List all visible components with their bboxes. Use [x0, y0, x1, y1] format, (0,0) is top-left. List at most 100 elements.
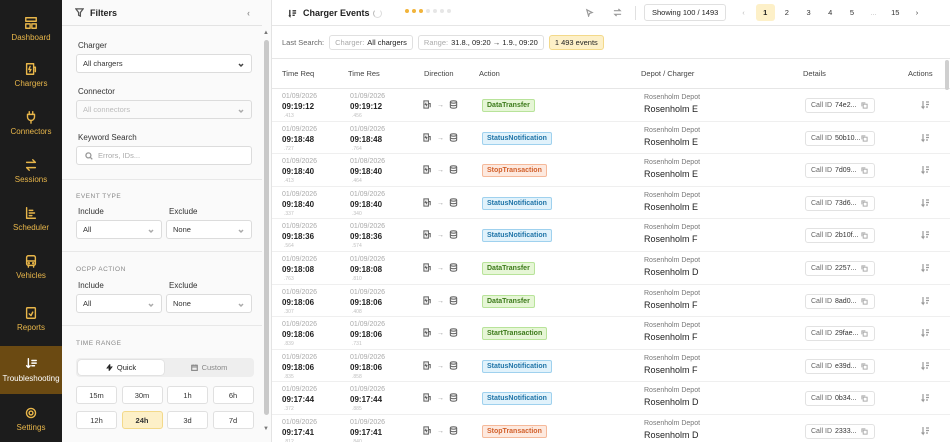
table-row[interactable]: 01/09/2026 09:18:40.337 01/09/2026 09:18:40… [272, 187, 950, 220]
nav-dashboard[interactable]: Dashboard [0, 6, 62, 52]
custom-mode-button[interactable]: Custom [166, 360, 252, 375]
charger-name: Rosenholm E [644, 169, 699, 180]
col-actions[interactable]: Actions [908, 69, 933, 78]
col-details[interactable]: Details [803, 69, 826, 78]
charger-select[interactable]: All chargers [76, 54, 252, 73]
table-row[interactable]: 01/09/2026 09:18:36.564 01/09/2026 09:18:36… [272, 219, 950, 252]
call-id-chip[interactable]: Call ID 74e2... [805, 98, 875, 113]
table-row[interactable]: 01/09/2026 09:18:06.835 01/09/2026 09:18:06… [272, 350, 950, 383]
row-actions-button[interactable] [920, 361, 930, 373]
table-row[interactable]: 01/09/2026 09:18:06.307 01/09/2026 09:18:06… [272, 285, 950, 318]
table-row[interactable]: 01/09/2026 09:18:08 .763 01/09/2026 09:18:08… [272, 252, 950, 285]
quick-range-1h[interactable]: 1h [167, 386, 208, 404]
nav-settings[interactable]: Settings [0, 396, 62, 442]
direction-indicator: → [423, 100, 458, 111]
row-actions-button[interactable] [920, 393, 930, 405]
row-actions-button[interactable] [920, 100, 930, 112]
req-time: 09:18:40 [282, 199, 315, 209]
prev-page-button[interactable]: ‹ [734, 4, 753, 21]
row-actions-button[interactable] [920, 328, 930, 340]
row-actions-button[interactable] [920, 230, 930, 242]
server-icon [449, 426, 458, 437]
call-id-chip[interactable]: Call ID 2257... [805, 261, 875, 276]
swap-button[interactable] [608, 4, 627, 21]
call-id-key: Call ID [811, 330, 833, 338]
nav-connectors[interactable]: Connectors [0, 100, 62, 146]
row-actions-button[interactable] [920, 198, 930, 210]
table-row[interactable]: 01/09/2026 09:18:06.839 01/09/2026 09:18:06… [272, 317, 950, 350]
table-row[interactable]: 01/09/2026 09:17:44.372 01/09/2026 09:17:44… [272, 382, 950, 415]
col-time-res[interactable]: Time Res [348, 69, 380, 78]
page-1-button[interactable]: 1 [755, 4, 775, 21]
table-scrollbar-thumb[interactable] [945, 60, 949, 90]
details-icon [920, 361, 930, 373]
call-id-chip[interactable]: Call ID 8ad0... [805, 293, 875, 309]
col-time-req[interactable]: Time Req [282, 69, 314, 78]
nav-scheduler[interactable]: Scheduler [0, 196, 62, 242]
row-actions-button[interactable] [920, 165, 930, 177]
page-2-button[interactable]: 2 [777, 4, 796, 21]
call-id-chip[interactable]: Call ID 29fae... [805, 326, 875, 342]
call-id-chip[interactable]: Call ID 7d09... [805, 163, 875, 179]
page-4-button[interactable]: 4 [821, 4, 840, 21]
call-id-chip[interactable]: Call ID 0b34... [805, 391, 875, 407]
filters-panel: Filters ‹ ▲ ▼ Charger All chargers Conne… [62, 0, 272, 442]
call-id-chip[interactable]: Call ID 73d6... [805, 195, 875, 211]
nav-reports[interactable]: Reports [0, 296, 62, 342]
scrollbar-thumb[interactable] [264, 40, 269, 415]
collapse-panel-button[interactable]: ‹ [247, 8, 250, 18]
toggle-view-button[interactable] [580, 4, 599, 21]
call-id-chip[interactable]: Call ID e39d... [805, 358, 875, 374]
row-actions-button[interactable] [920, 296, 930, 308]
quick-range-3d[interactable]: 3d [167, 411, 208, 429]
event-type-include-select[interactable]: All [76, 220, 162, 239]
quick-range-6h[interactable]: 6h [212, 386, 254, 404]
charger-name: Rosenholm F [644, 364, 698, 375]
nav-vehicles[interactable]: Vehicles [0, 244, 62, 290]
page-15-button[interactable]: 15 [886, 4, 905, 21]
quick-range-7d[interactable]: 7d [212, 411, 254, 429]
event-type-exclude-select[interactable]: None [166, 220, 252, 239]
nav-troubleshooting[interactable]: Troubleshooting [0, 346, 62, 394]
req-ms: .307 [284, 308, 294, 315]
table-row[interactable]: 01/09/2026 09:18:48.727 01/09/2026 09:18:48… [272, 122, 950, 155]
row-actions-button[interactable] [920, 263, 930, 275]
col-direction[interactable]: Direction [424, 69, 454, 78]
call-id-chip[interactable]: Call ID 2b10f... [805, 228, 875, 244]
table-row[interactable]: 01/09/2026 09:17:41.812 01/09/2026 09:17:41… [272, 415, 950, 442]
col-action[interactable]: Action [479, 69, 500, 78]
arrow-right-icon: → [437, 362, 444, 370]
table-row[interactable]: 01/09/2026 09:19:12 .413 01/09/2026 09:19:12… [272, 89, 950, 122]
quick-mode-button[interactable]: Quick [78, 360, 164, 375]
call-id-chip[interactable]: Call ID 50b10... [805, 130, 875, 146]
row-actions-button[interactable] [920, 133, 930, 145]
quick-range-12h[interactable]: 12h [76, 411, 117, 429]
time-range-title: TIME RANGE [76, 340, 122, 347]
scheduler-icon [25, 207, 37, 219]
call-id-value: 29fae... [835, 330, 859, 338]
connector-select[interactable]: All connectors [76, 100, 252, 119]
row-actions-button[interactable] [920, 426, 930, 438]
scroll-down-icon[interactable]: ▼ [263, 426, 269, 432]
ocpp-include-select[interactable]: All [76, 294, 162, 313]
table-row[interactable]: 01/09/2026 09:18:40.413 01/08/2026 09:18:40… [272, 154, 950, 187]
res-date: 01/09/2026 [350, 321, 386, 329]
filters-scrollbar[interactable]: ▲ ▼ [262, 30, 271, 438]
call-id-value: 2333... [835, 428, 857, 435]
quick-range-24h[interactable]: 24h [121, 411, 163, 429]
next-page-button[interactable]: › [908, 4, 927, 21]
col-depot-charger[interactable]: Depot / Charger [641, 69, 694, 78]
nav-chargers[interactable]: Chargers [0, 52, 62, 98]
page-3-button[interactable]: 3 [799, 4, 818, 21]
keyword-search-input[interactable]: Errors, IDs... [76, 146, 252, 165]
nav-sessions[interactable]: Sessions [0, 148, 62, 194]
ocpp-exclude-select[interactable]: None [166, 294, 252, 313]
nav-label: Scheduler [12, 223, 50, 232]
page-5-button[interactable]: 5 [842, 4, 861, 21]
quick-range-15m[interactable]: 15m [76, 386, 117, 404]
quick-range-30m[interactable]: 30m [121, 386, 163, 404]
scroll-up-icon[interactable]: ▲ [263, 30, 269, 36]
call-id-chip[interactable]: Call ID 2333... [805, 424, 875, 439]
res-time: 09:18:08 [350, 265, 383, 274]
details-icon [920, 427, 930, 438]
